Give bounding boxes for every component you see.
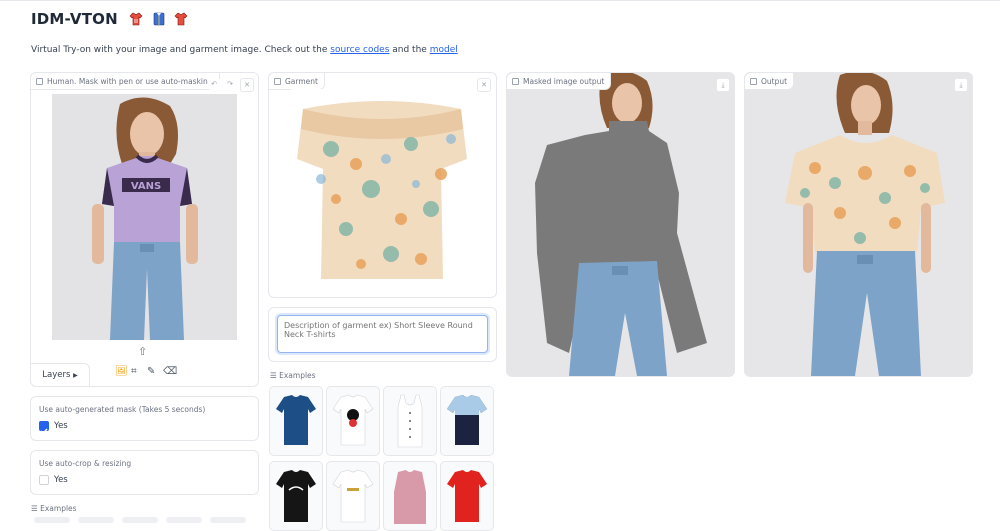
list-icon: ☰: [270, 371, 277, 380]
image-icon: [512, 77, 519, 85]
garment-example-thumb[interactable]: [383, 386, 437, 456]
human-example-thumb[interactable]: [78, 517, 114, 523]
check-icon: [40, 428, 48, 435]
image-icon: [274, 77, 281, 85]
garment-image-panel[interactable]: Garment ✕: [268, 72, 497, 298]
title-text: IDM-VTON: [31, 10, 118, 28]
garment-description-box: [268, 307, 497, 362]
auto-crop-group: Use auto-crop & resizing Yes: [30, 450, 259, 495]
description-text-2: and the: [389, 45, 430, 55]
human-panel-label: Human. Mask with pen or use auto-masking: [31, 73, 220, 90]
output-panel-label: Output: [745, 73, 795, 90]
shirt-icon-blue: [153, 12, 165, 26]
redo-icon[interactable]: ↷: [224, 78, 236, 90]
shirt-icon-red: [129, 12, 143, 26]
masked-image-output-panel: Masked image output ⤓: [506, 72, 735, 377]
garment-photo: [291, 89, 473, 289]
layers-button[interactable]: Layers ▶: [31, 363, 90, 386]
human-examples-label: ☰ Examples: [31, 504, 77, 513]
auto-crop-checkbox[interactable]: [39, 475, 49, 485]
auto-crop-label: Use auto-crop & resizing: [39, 459, 132, 468]
source-codes-link[interactable]: source codes: [330, 45, 389, 55]
top-divider: [0, 0, 1000, 1]
output-photo: [745, 73, 972, 376]
auto-mask-option-label: Yes: [54, 421, 68, 431]
shirt-icon-red2: [174, 12, 188, 26]
garment-examples-text: Examples: [279, 371, 316, 380]
garment-description-input[interactable]: [277, 315, 488, 353]
description-text: Virtual Try-on with your image and garme…: [31, 45, 331, 55]
masked-panel-label: Masked image output: [507, 73, 612, 90]
close-icon[interactable]: ✕: [477, 78, 491, 92]
eraser-icon[interactable]: ⌫: [163, 366, 177, 377]
list-icon: ☰: [31, 504, 38, 513]
image-tool-icon[interactable]: 🖼: [115, 366, 128, 377]
output-label-text: Output: [761, 76, 788, 86]
garment-example-thumb[interactable]: [440, 386, 494, 456]
masked-photo: [507, 73, 734, 376]
output-panel: Output ⤓: [744, 72, 973, 377]
download-icon[interactable]: ⤓: [954, 78, 968, 92]
garment-example-thumb[interactable]: [326, 386, 380, 456]
auto-mask-checkbox[interactable]: [39, 421, 49, 435]
garment-examples-label: ☰ Examples: [270, 371, 316, 380]
human-example-thumb[interactable]: [210, 517, 246, 523]
svg-text:VANS: VANS: [131, 181, 161, 192]
page-description: Virtual Try-on with your image and garme…: [31, 45, 458, 55]
auto-mask-label: Use auto-generated mask (Takes 5 seconds…: [39, 405, 206, 414]
upload-icon[interactable]: ⇧: [138, 345, 147, 358]
crop-icon[interactable]: ⌗: [131, 366, 137, 377]
model-link[interactable]: model: [430, 45, 458, 55]
human-photo[interactable]: VANS: [52, 94, 237, 340]
image-icon: [750, 77, 757, 85]
layers-label: Layers: [42, 370, 71, 380]
image-icon: [36, 77, 43, 85]
human-example-thumb[interactable]: [34, 517, 70, 523]
page-title: IDM-VTON: [31, 10, 191, 28]
garment-example-thumb[interactable]: [269, 386, 323, 456]
garment-label-text: Garment: [285, 76, 318, 86]
human-label-text: Human. Mask with pen or use auto-masking: [47, 76, 213, 86]
auto-mask-group: Use auto-generated mask (Takes 5 seconds…: [30, 396, 259, 441]
auto-crop-option-label: Yes: [54, 475, 68, 485]
brush-icon[interactable]: ✎: [147, 366, 155, 377]
garment-panel-label: Garment: [269, 73, 325, 90]
masked-label-text: Masked image output: [523, 76, 605, 86]
human-examples-text: Examples: [40, 504, 77, 513]
human-example-thumb[interactable]: [122, 517, 158, 523]
download-icon[interactable]: ⤓: [716, 78, 730, 92]
human-image-editor[interactable]: Human. Mask with pen or use auto-masking…: [30, 72, 259, 387]
undo-icon[interactable]: ↶: [208, 78, 220, 90]
human-example-thumb[interactable]: [166, 517, 202, 523]
close-icon[interactable]: ✕: [240, 78, 254, 92]
